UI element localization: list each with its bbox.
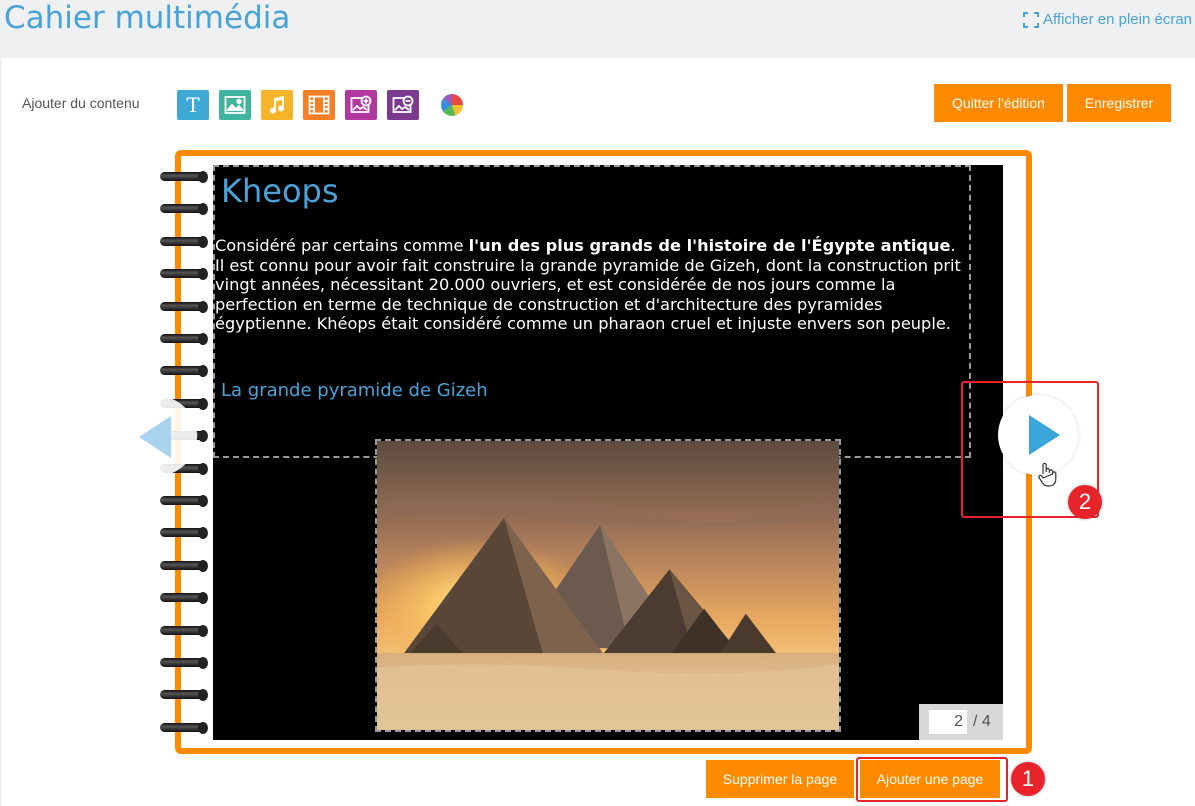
film-icon [308, 95, 330, 115]
text-icon: T [186, 93, 200, 117]
spiral-ring [160, 300, 208, 314]
spiral-ring [160, 688, 208, 702]
add-video-button[interactable] [303, 90, 335, 120]
color-wheel-icon[interactable] [441, 94, 463, 116]
add-content-label: Ajouter du contenu [22, 95, 140, 111]
add-image-icon [350, 95, 372, 113]
annotation-highlight-add-page [856, 757, 1008, 802]
remove-media-button[interactable] [387, 90, 419, 120]
spiral-ring [160, 721, 208, 735]
music-note-icon [270, 96, 285, 114]
page-total: / 4 [973, 713, 991, 730]
page-subheading: La grande pyramide de Gizeh [221, 380, 488, 401]
remove-image-icon [392, 95, 414, 113]
add-image-button[interactable] [219, 90, 251, 120]
step-badge-2: 2 [1068, 485, 1102, 519]
content-toolbar: T [177, 90, 463, 120]
page-heading: Kheops [221, 172, 339, 210]
spiral-ring [160, 494, 208, 508]
image-block-frame[interactable] [375, 439, 841, 732]
spiral-ring [160, 591, 208, 605]
add-media-button[interactable] [345, 90, 377, 120]
step-badge-1: 1 [1011, 762, 1045, 796]
add-text-button[interactable]: T [177, 90, 209, 120]
previous-page-button[interactable] [117, 396, 197, 476]
delete-page-button[interactable]: Supprimer la page [706, 760, 854, 798]
app-title: Cahier multimédia [4, 0, 291, 36]
image-icon [224, 96, 246, 114]
spiral-ring [160, 526, 208, 540]
spiral-ring [160, 364, 208, 378]
spiral-ring [160, 656, 208, 670]
page-number-input[interactable]: 2 [929, 710, 967, 734]
fullscreen-label: Afficher en plein écran [1043, 11, 1192, 28]
arrow-left-icon [139, 416, 171, 458]
page-paragraph: Considéré par certains comme l'un des pl… [215, 236, 961, 333]
pyramids-photo [377, 441, 839, 730]
spiral-ring [160, 170, 208, 184]
fullscreen-icon [1023, 11, 1040, 28]
spiral-ring [160, 202, 208, 216]
spiral-ring [160, 235, 208, 249]
fullscreen-link[interactable]: Afficher en plein écran [1023, 11, 1192, 28]
quit-edit-button[interactable]: Quitter l'édition [934, 84, 1063, 122]
spiral-ring [160, 267, 208, 281]
spiral-ring [160, 559, 208, 573]
add-audio-button[interactable] [261, 90, 293, 120]
spiral-ring [160, 624, 208, 638]
spiral-ring [160, 332, 208, 346]
save-button[interactable]: Enregistrer [1067, 84, 1171, 122]
page-indicator: 2 / 4 [919, 704, 1003, 740]
